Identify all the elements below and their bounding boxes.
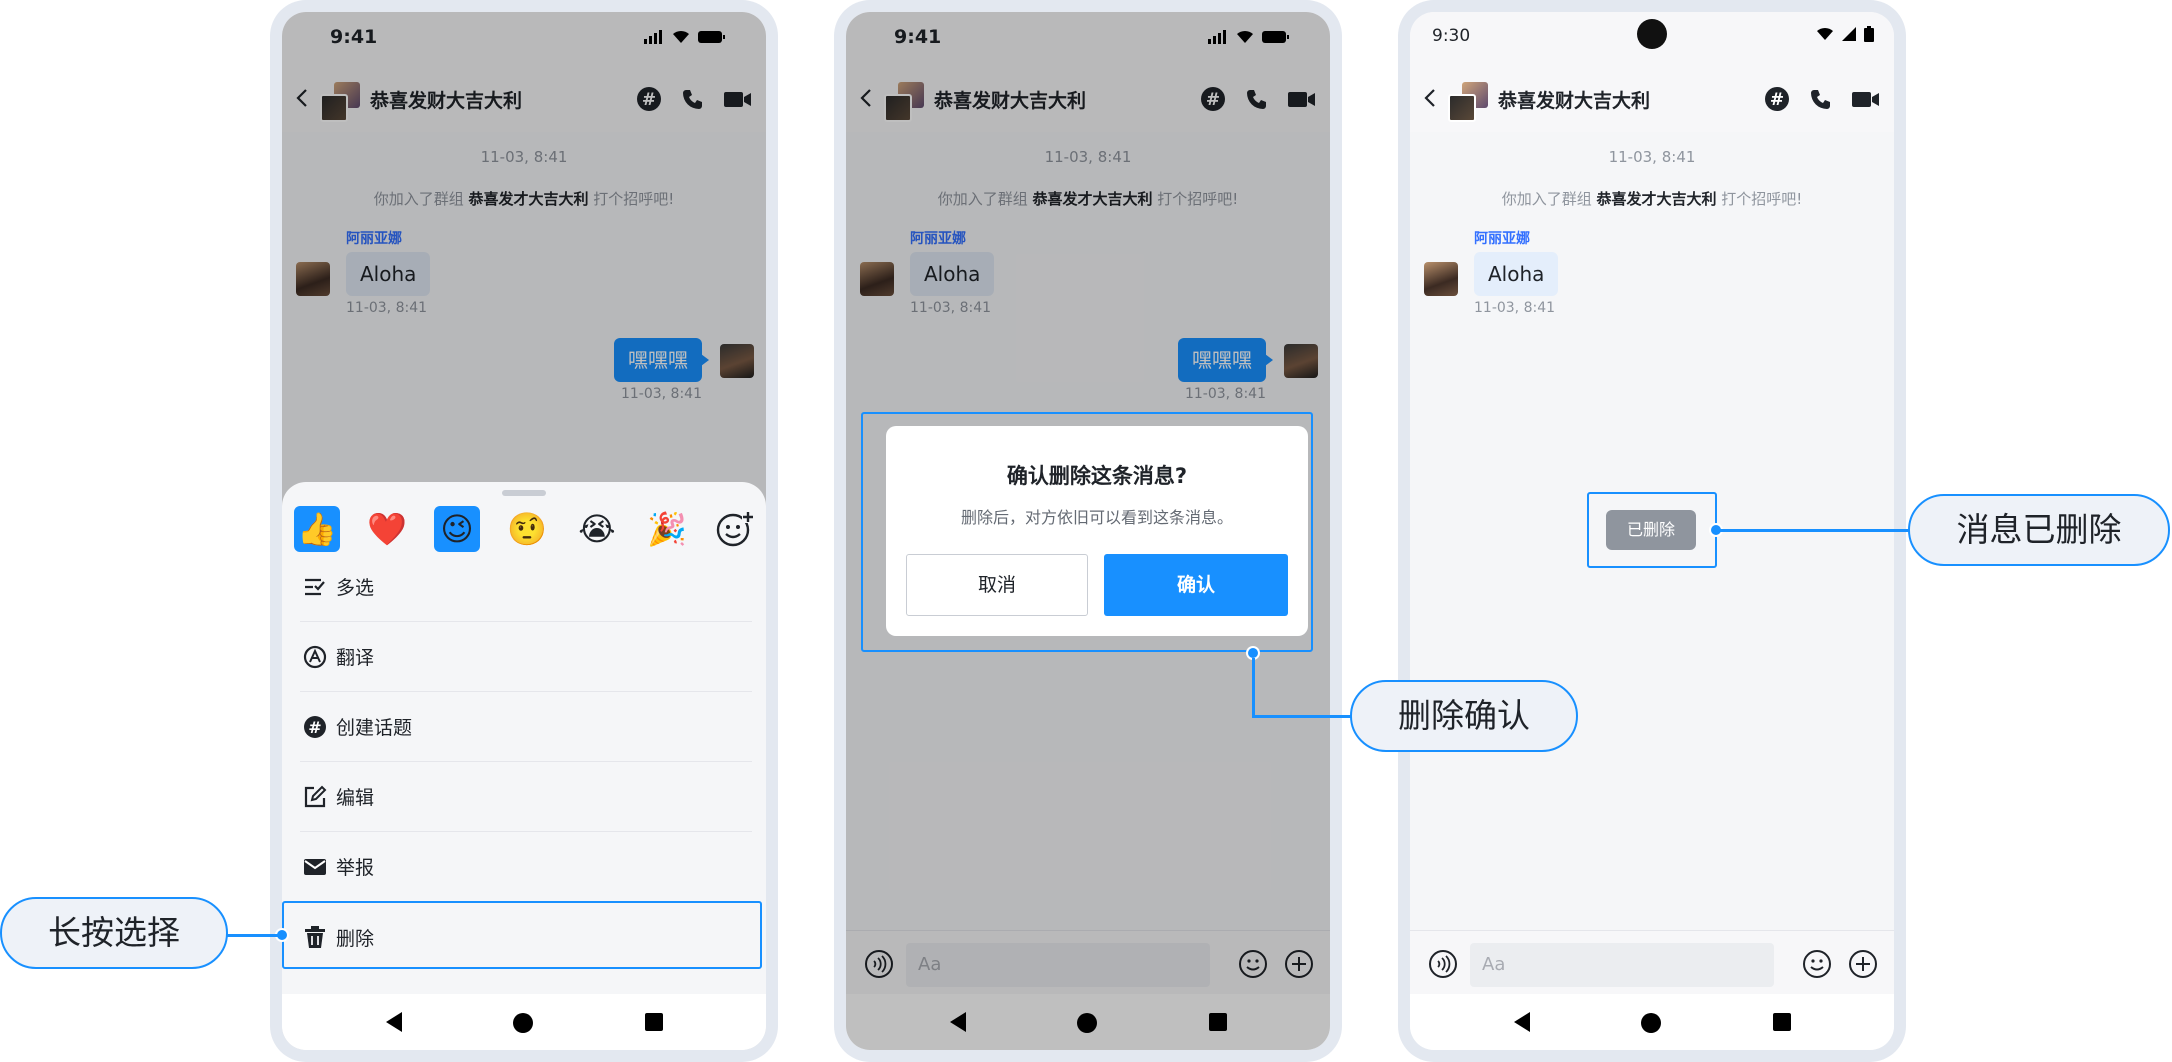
android-nav-bar bbox=[282, 994, 766, 1050]
message-input-bar: Aa bbox=[1410, 930, 1894, 994]
multi-select-icon bbox=[305, 578, 325, 595]
phone-frame-delete-confirm: 9:41 恭喜发财大吉大利 # 11-03, 8:41 你加入了群组 恭喜发才大… bbox=[834, 0, 1342, 1062]
battery-icon bbox=[1864, 26, 1874, 42]
menu-item-create-topic[interactable]: # 创建话题 bbox=[300, 692, 752, 762]
connector-line bbox=[226, 934, 278, 937]
menu-item-label: 翻译 bbox=[336, 647, 375, 669]
menu-item-delete[interactable]: 删除 bbox=[300, 902, 752, 972]
reaction-wink[interactable]: 😉 bbox=[434, 506, 480, 552]
nav-home-icon[interactable] bbox=[513, 1013, 533, 1033]
nav-recent-icon[interactable] bbox=[1773, 1013, 1791, 1031]
action-menu: 多选 翻译 # 创建话题 编辑 举报 删除 bbox=[300, 552, 752, 972]
group-avatar[interactable] bbox=[1448, 82, 1488, 122]
nav-back-icon[interactable] bbox=[1512, 1011, 1532, 1033]
message-input[interactable]: Aa bbox=[1470, 943, 1774, 987]
action-sheet: 👍 ❤️ 😉 🤨 😭 🎉 多选 翻译 # 创建话题 编辑 举报 删除 bbox=[282, 482, 766, 1050]
phone-frame-long-press: 9:41 恭喜发财大吉大利 # 11-03, 8:41 你加入了群组 恭喜发才大… bbox=[270, 0, 778, 1062]
delete-confirm-dialog: 确认删除这条消息? 删除后，对方依旧可以看到这条消息。 取消 确认 bbox=[886, 426, 1308, 636]
reaction-raised-eyebrow[interactable]: 🤨 bbox=[504, 506, 550, 552]
svg-text:#: # bbox=[1770, 90, 1784, 110]
sender-avatar[interactable] bbox=[1424, 262, 1458, 296]
svg-text:#: # bbox=[308, 718, 321, 737]
emoji-icon[interactable] bbox=[1802, 949, 1832, 979]
status-time: 9:30 bbox=[1432, 26, 1471, 46]
add-reaction-icon[interactable] bbox=[714, 509, 754, 549]
menu-item-label: 创建话题 bbox=[336, 717, 413, 739]
nav-recent-icon[interactable] bbox=[645, 1013, 663, 1031]
chat-header: 恭喜发财大吉大利 # bbox=[1410, 62, 1894, 132]
reaction-crying[interactable]: 😭 bbox=[574, 506, 620, 552]
plus-icon[interactable] bbox=[1848, 949, 1878, 979]
menu-item-label: 删除 bbox=[336, 927, 375, 950]
report-icon bbox=[304, 858, 326, 875]
menu-item-edit[interactable]: 编辑 bbox=[300, 762, 752, 832]
wifi-icon bbox=[1817, 27, 1833, 40]
menu-item-translate[interactable]: 翻译 bbox=[300, 622, 752, 692]
callout-deleted: 消息已删除 bbox=[1908, 494, 2170, 566]
system-message: 你加入了群组 恭喜发才大吉大利 打个招呼吧! bbox=[1501, 190, 1803, 208]
deleted-message-chip: 已删除 bbox=[1606, 510, 1696, 550]
android-nav-bar bbox=[1410, 994, 1894, 1050]
video-call-icon[interactable] bbox=[1852, 89, 1880, 109]
nav-back-icon[interactable] bbox=[384, 1011, 404, 1033]
callout-delete-confirm: 删除确认 bbox=[1350, 680, 1578, 752]
callout-long-press: 长按选择 bbox=[0, 897, 228, 969]
nav-home-icon[interactable] bbox=[1641, 1013, 1661, 1033]
camera-cutout bbox=[1637, 19, 1667, 49]
translate-icon bbox=[303, 645, 327, 668]
chat-timestamp: 11-03, 8:41 bbox=[1608, 148, 1696, 166]
topic-icon[interactable]: # bbox=[1764, 86, 1790, 112]
status-icons bbox=[1816, 26, 1874, 42]
dialog-title: 确认删除这条消息? bbox=[1006, 464, 1188, 488]
menu-item-label: 举报 bbox=[336, 857, 375, 879]
status-bar: 9:30 bbox=[1410, 12, 1894, 62]
reaction-thumbs-up[interactable]: 👍 bbox=[294, 506, 340, 552]
voice-icon[interactable] bbox=[1428, 949, 1458, 979]
phone-screen: 9:41 恭喜发财大吉大利 # 11-03, 8:41 你加入了群组 恭喜发才大… bbox=[846, 12, 1330, 1050]
sheet-grab-handle[interactable] bbox=[502, 490, 546, 496]
dialog-message: 删除后，对方依旧可以看到这条消息。 bbox=[960, 508, 1233, 527]
reaction-row: 👍 ❤️ 😉 🤨 😭 🎉 bbox=[294, 506, 754, 552]
incoming-message[interactable]: Aloha bbox=[1474, 252, 1559, 296]
trash-icon bbox=[305, 926, 325, 948]
phone-screen: 9:41 恭喜发财大吉大利 # 11-03, 8:41 你加入了群组 恭喜发才大… bbox=[282, 12, 766, 1050]
menu-item-label: 多选 bbox=[336, 577, 375, 599]
chat-title: 恭喜发财大吉大利 bbox=[1498, 90, 1651, 112]
menu-item-multi-select[interactable]: 多选 bbox=[300, 552, 752, 622]
reaction-party[interactable]: 🎉 bbox=[644, 506, 690, 552]
signal-icon bbox=[1842, 27, 1856, 41]
menu-item-label: 编辑 bbox=[336, 787, 375, 809]
connector-line bbox=[1252, 715, 1352, 718]
edit-icon bbox=[304, 785, 327, 807]
back-arrow-icon[interactable] bbox=[1424, 88, 1436, 108]
topic-icon: # bbox=[304, 715, 326, 738]
incoming-time: 11-03, 8:41 bbox=[1474, 300, 1556, 316]
confirm-button[interactable]: 确认 bbox=[1104, 554, 1288, 616]
reaction-heart[interactable]: ❤️ bbox=[364, 506, 410, 552]
phone-call-icon[interactable] bbox=[1810, 88, 1832, 110]
cancel-button[interactable]: 取消 bbox=[906, 554, 1088, 616]
header-actions: # bbox=[1764, 86, 1880, 112]
sender-name: 阿丽亚娜 bbox=[1474, 231, 1530, 247]
menu-item-report[interactable]: 举报 bbox=[300, 832, 752, 902]
connector-line bbox=[1252, 658, 1255, 716]
connector-line bbox=[1720, 529, 1910, 532]
